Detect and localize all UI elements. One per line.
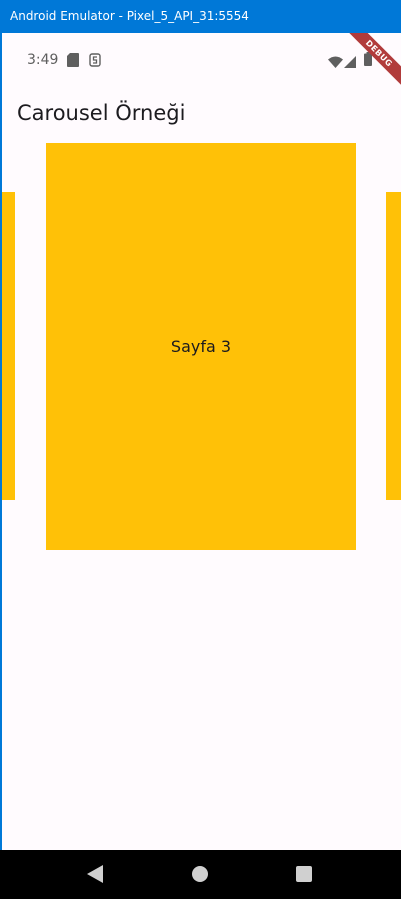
wifi-icon [328, 53, 343, 72]
carousel-page-label: Sayfa 3 [170, 337, 232, 356]
device-screen: 3:49 DEBUG Carousel Örneği Sayfa 3 [2, 33, 401, 850]
home-icon[interactable] [190, 864, 210, 884]
cell-signal-icon [344, 53, 356, 72]
carousel-page-previous[interactable] [2, 192, 15, 500]
recents-icon[interactable] [294, 864, 314, 884]
window-title: Android Emulator - Pixel_5_API_31:5554 [10, 9, 249, 23]
status-bar: 3:49 [2, 33, 401, 87]
app-bar-title: Carousel Örneği [17, 101, 186, 125]
carousel-page-current[interactable]: Sayfa 3 [46, 143, 356, 550]
notification-s-icon [89, 52, 101, 71]
status-time: 3:49 [27, 52, 59, 68]
sd-card-icon [67, 52, 79, 71]
back-icon[interactable] [85, 864, 105, 884]
emulator-window: Android Emulator - Pixel_5_API_31:5554 3… [0, 0, 401, 899]
carousel-page-next[interactable] [386, 192, 401, 500]
window-title-bar[interactable]: Android Emulator - Pixel_5_API_31:5554 [0, 0, 401, 33]
battery-icon [364, 51, 372, 70]
navigation-bar [0, 850, 401, 899]
